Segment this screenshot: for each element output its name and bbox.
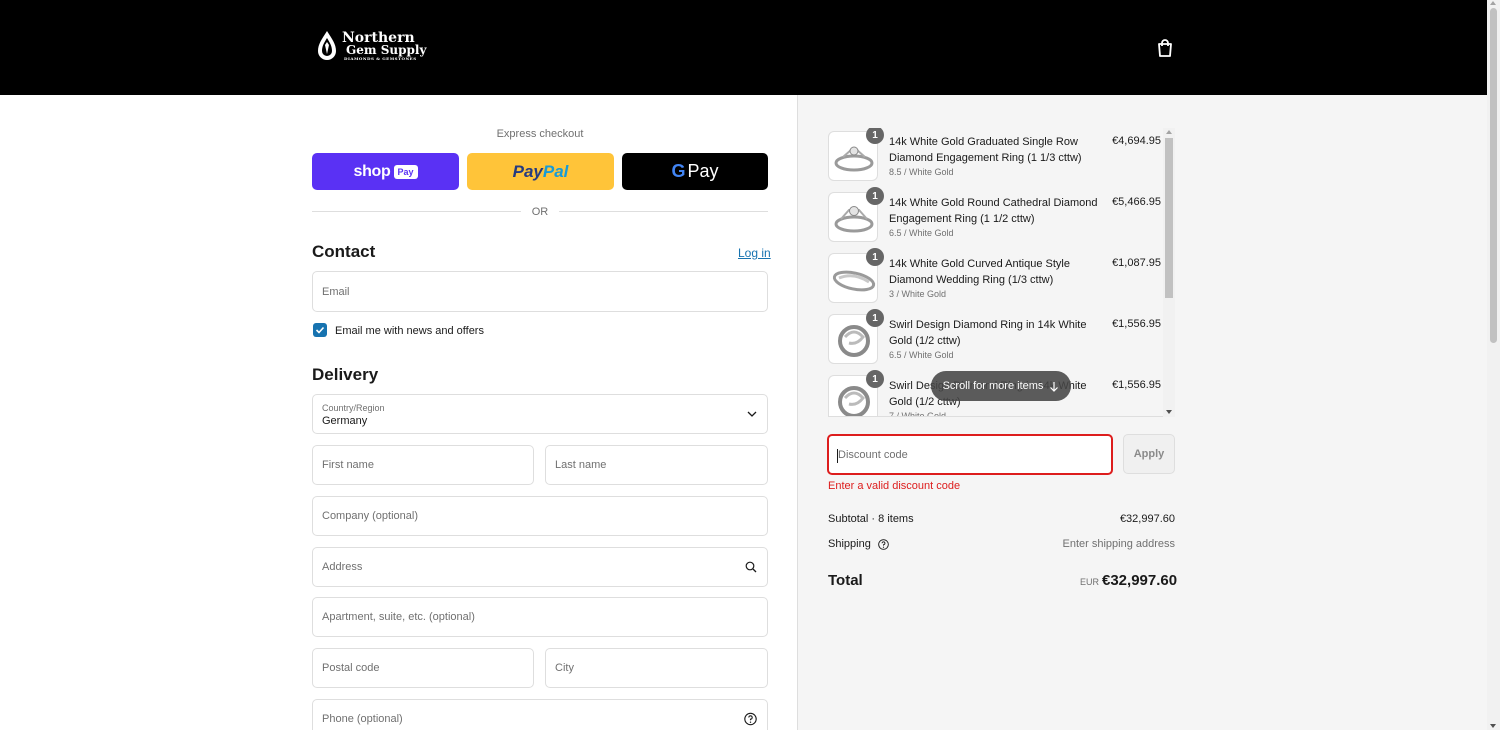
last-name-placeholder: Last name [555, 459, 607, 471]
page-scrollbar[interactable] [1487, 0, 1500, 730]
apply-button[interactable]: Apply [1123, 434, 1175, 474]
log-in-link[interactable]: Log in [738, 246, 771, 260]
product-price: €5,466.95 [1112, 196, 1161, 208]
help-circle-icon[interactable] [744, 712, 757, 726]
quantity-badge: 1 [866, 128, 884, 144]
shop-pay-logo-text: shop [353, 162, 391, 180]
newsletter-checkbox[interactable] [313, 323, 327, 337]
google-pay-button[interactable]: G Pay [622, 153, 768, 190]
google-g-icon: G [671, 161, 686, 181]
express-checkout-label: Express checkout [496, 128, 584, 140]
quantity-badge: 1 [866, 370, 884, 388]
country-label: Country/Region [322, 403, 385, 413]
total-value: €32,997.60 [1102, 572, 1178, 589]
total-label: Total [828, 572, 863, 589]
postal-code-placeholder: Postal code [322, 662, 380, 674]
scroll-up-arrow-icon[interactable] [1166, 130, 1172, 134]
product-price: €1,556.95 [1112, 318, 1161, 330]
product-price: €1,556.95 [1112, 379, 1161, 391]
subtotal-value: €32,997.60 [1119, 513, 1175, 525]
list-item: 1 14k White Gold Curved Antique Style Di… [828, 248, 1163, 311]
shop-pay-logo-box: Pay [393, 164, 418, 179]
scroll-down-arrow-icon[interactable] [1166, 410, 1172, 414]
phone-placeholder: Phone (optional) [322, 713, 403, 725]
discount-code-field[interactable]: Discount code [827, 434, 1113, 475]
list-item: 1 Swirl Design Diamond Ring in 14k White… [828, 309, 1163, 372]
checkmark-icon [315, 326, 325, 334]
shipping-row: Shipping Enter shipping address [828, 538, 1175, 550]
logo-text: Northern Gem Supply DIAMONDS & GEMSTONES [342, 29, 427, 61]
site-header: Northern Gem Supply DIAMONDS & GEMSTONES [0, 0, 1487, 95]
scroll-down-arrow-icon[interactable] [1490, 724, 1496, 728]
product-variant: 6.5 / White Gold [889, 350, 954, 360]
paypal-logo-part2: Pal [542, 161, 569, 181]
product-name: 14k White Gold Round Cathedral Diamond E… [889, 197, 1098, 225]
google-pay-text: Pay [687, 161, 719, 181]
divider-right [559, 211, 768, 212]
email-field[interactable]: Email [312, 271, 768, 312]
subtotal-label: Subtotal · 8 items [828, 513, 914, 525]
shipping-label: Shipping [828, 538, 871, 550]
currency-code: EUR [1080, 577, 1100, 587]
scroll-for-more-label: Scroll for more items [942, 380, 1044, 392]
first-name-field[interactable]: First name [312, 445, 534, 485]
cart-list-scrollbar-thumb[interactable] [1165, 138, 1173, 298]
address-placeholder: Address [322, 561, 363, 573]
chevron-down-icon [747, 411, 757, 417]
product-variant: 6.5 / White Gold [889, 228, 954, 238]
cart-list-scrollbar[interactable] [1163, 128, 1175, 417]
store-logo[interactable]: Northern Gem Supply DIAMONDS & GEMSTONES [316, 30, 426, 62]
city-placeholder: City [555, 662, 574, 674]
apartment-placeholder: Apartment, suite, etc. (optional) [322, 611, 475, 623]
list-item: 1 14k White Gold Round Cathedral Diamond… [828, 187, 1163, 250]
delivery-heading: Delivery [312, 365, 379, 384]
gem-icon [318, 31, 336, 60]
quantity-badge: 1 [866, 248, 884, 266]
phone-field[interactable]: Phone (optional) [312, 699, 768, 730]
logo-line-2: Gem Supply [346, 42, 427, 57]
help-circle-icon[interactable] [878, 538, 889, 550]
product-price: €4,694.95 [1112, 135, 1161, 147]
subtotal-row: Subtotal · 8 items €32,997.60 [828, 513, 1175, 525]
company-placeholder: Company (optional) [322, 510, 418, 522]
product-price: €1,087.95 [1112, 257, 1161, 269]
paypal-button[interactable]: Pay Pal [467, 153, 614, 190]
product-variant: 8.5 / White Gold [889, 167, 954, 177]
product-variant: 3 / White Gold [889, 289, 947, 299]
company-field[interactable]: Company (optional) [312, 496, 768, 536]
product-name: Swirl Design Diamond Ring in 14k White G… [889, 319, 1087, 347]
discount-code-placeholder: Discount code [838, 448, 908, 461]
search-icon[interactable] [745, 561, 757, 573]
shopping-bag-icon[interactable] [1156, 38, 1174, 58]
discount-error-message: Enter a valid discount code [828, 480, 961, 492]
email-placeholder: Email [322, 285, 350, 298]
paypal-logo-part1: Pay [512, 161, 543, 181]
city-field[interactable]: City [545, 648, 768, 688]
shop-pay-button[interactable]: shop Pay [312, 153, 459, 190]
scroll-for-more-button[interactable]: Scroll for more items [931, 371, 1071, 401]
logo-line-1: Northern [342, 29, 415, 46]
contact-heading: Contact [312, 242, 376, 261]
newsletter-label: Email me with news and offers [335, 325, 484, 337]
apartment-field[interactable]: Apartment, suite, etc. (optional) [312, 597, 768, 637]
list-item: 1 14k White Gold Graduated Single Row Di… [828, 128, 1163, 189]
quantity-badge: 1 [866, 187, 884, 205]
address-field[interactable]: Address [312, 547, 768, 587]
product-name: 14k White Gold Graduated Single Row Diam… [889, 136, 1082, 164]
scroll-up-arrow-icon[interactable] [1490, 1, 1496, 5]
product-name: 14k White Gold Curved Antique Style Diam… [889, 258, 1070, 286]
product-variant: 7 / White Gold [889, 411, 947, 417]
page-scrollbar-thumb[interactable] [1490, 8, 1497, 343]
last-name-field[interactable]: Last name [545, 445, 768, 485]
quantity-badge: 1 [866, 309, 884, 327]
country-value: Germany [322, 415, 368, 427]
arrow-down-icon [1050, 381, 1059, 392]
country-select[interactable]: Country/Region Germany [312, 394, 768, 434]
logo-line-3: DIAMONDS & GEMSTONES [344, 55, 417, 61]
first-name-placeholder: First name [322, 459, 374, 471]
or-divider-text: OR [531, 206, 549, 218]
postal-code-field[interactable]: Postal code [312, 648, 534, 688]
divider-left [312, 211, 521, 212]
shipping-value: Enter shipping address [1062, 538, 1175, 550]
